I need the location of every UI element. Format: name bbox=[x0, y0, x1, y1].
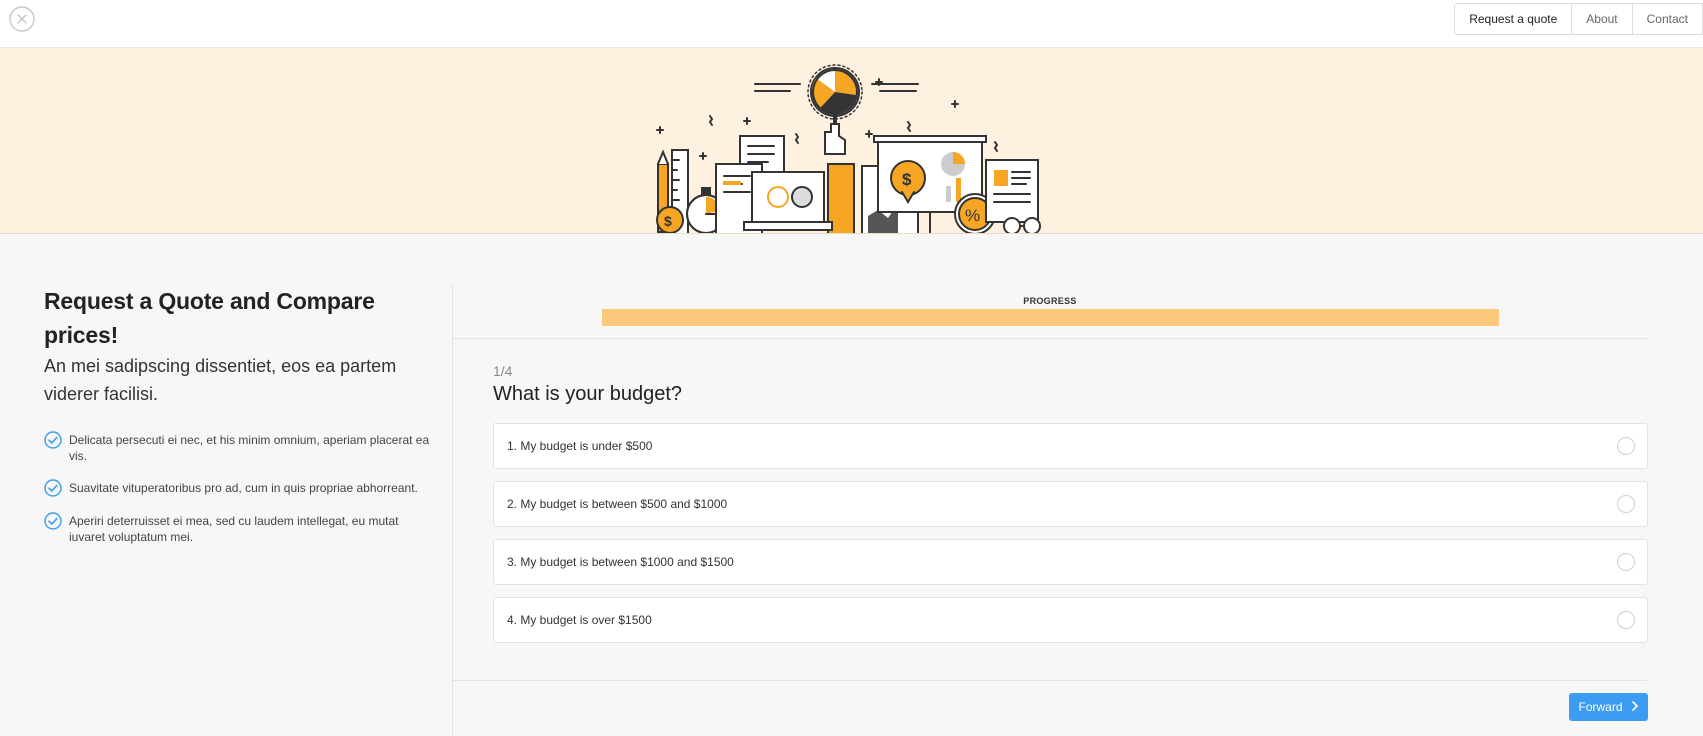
feature-item: Suavitate vituperatoribus pro ad, cum in… bbox=[44, 479, 434, 497]
chevron-right-icon bbox=[1631, 700, 1639, 714]
feature-text: Suavitate vituperatoribus pro ad, cum in… bbox=[69, 481, 418, 495]
progress-fill bbox=[602, 309, 1499, 326]
check-circle-icon bbox=[44, 431, 62, 449]
option-label: 1. My budget is under $500 bbox=[507, 439, 653, 453]
column-divider bbox=[452, 284, 453, 736]
nav-contact[interactable]: Contact bbox=[1633, 4, 1703, 34]
top-bar: Request a quote About Contact bbox=[0, 0, 1703, 48]
feature-text: Aperiri deterruisset ei mea, sed cu laud… bbox=[69, 514, 399, 544]
feature-item: Delicata persecuti ei nec, et his minim … bbox=[44, 431, 434, 464]
feature-item: Aperiri deterruisset ei mea, sed cu laud… bbox=[44, 512, 434, 545]
close-icon[interactable] bbox=[9, 6, 35, 32]
option-label: 3. My budget is between $1000 and $1500 bbox=[507, 555, 734, 569]
intro-section: Request a Quote and Compare prices! An m… bbox=[44, 284, 434, 561]
check-circle-icon bbox=[44, 512, 62, 530]
nav-request-quote[interactable]: Request a quote bbox=[1455, 4, 1573, 34]
svg-text:$: $ bbox=[664, 213, 672, 229]
answer-options: 1. My budget is under $500 2. My budget … bbox=[493, 423, 1648, 655]
step-counter: 1/4 bbox=[493, 363, 513, 379]
main-nav: Request a quote About Contact bbox=[1454, 3, 1703, 35]
radio-button[interactable] bbox=[1617, 495, 1635, 513]
progress-section: PROGRESS bbox=[453, 284, 1647, 339]
answer-option-2[interactable]: 2. My budget is between $500 and $1000 bbox=[493, 481, 1648, 527]
progress-label: PROGRESS bbox=[1023, 296, 1077, 306]
page-title: Request a Quote and Compare prices! bbox=[44, 288, 375, 348]
question-title: What is your budget? bbox=[493, 383, 682, 405]
option-label: 2. My budget is between $500 and $1000 bbox=[507, 497, 728, 511]
svg-text:%: % bbox=[965, 206, 980, 225]
radio-button[interactable] bbox=[1617, 437, 1635, 455]
svg-text:$: $ bbox=[902, 170, 912, 189]
radio-button[interactable] bbox=[1617, 553, 1635, 571]
nav-about[interactable]: About bbox=[1572, 4, 1633, 34]
answer-option-1[interactable]: 1. My budget is under $500 bbox=[493, 423, 1648, 469]
answer-option-3[interactable]: 3. My budget is between $1000 and $1500 bbox=[493, 539, 1648, 585]
option-label: 4. My budget is over $1500 bbox=[507, 613, 652, 627]
radio-button[interactable] bbox=[1617, 611, 1635, 629]
intro-lead: An mei sadipscing dissentiet, eos ea par… bbox=[44, 356, 397, 404]
footer-divider bbox=[453, 680, 1647, 681]
feature-list: Delicata persecuti ei nec, et his minim … bbox=[44, 431, 434, 545]
check-circle-icon bbox=[44, 479, 62, 497]
progress-bar bbox=[602, 309, 1499, 326]
finance-illustration: $ $ % bbox=[656, 64, 1041, 233]
feature-text: Delicata persecuti ei nec, et his minim … bbox=[69, 433, 430, 463]
hero-banner: $ $ % bbox=[0, 48, 1703, 234]
forward-label: Forward bbox=[1578, 700, 1623, 714]
answer-option-4[interactable]: 4. My budget is over $1500 bbox=[493, 597, 1648, 643]
forward-button[interactable]: Forward bbox=[1569, 693, 1648, 721]
